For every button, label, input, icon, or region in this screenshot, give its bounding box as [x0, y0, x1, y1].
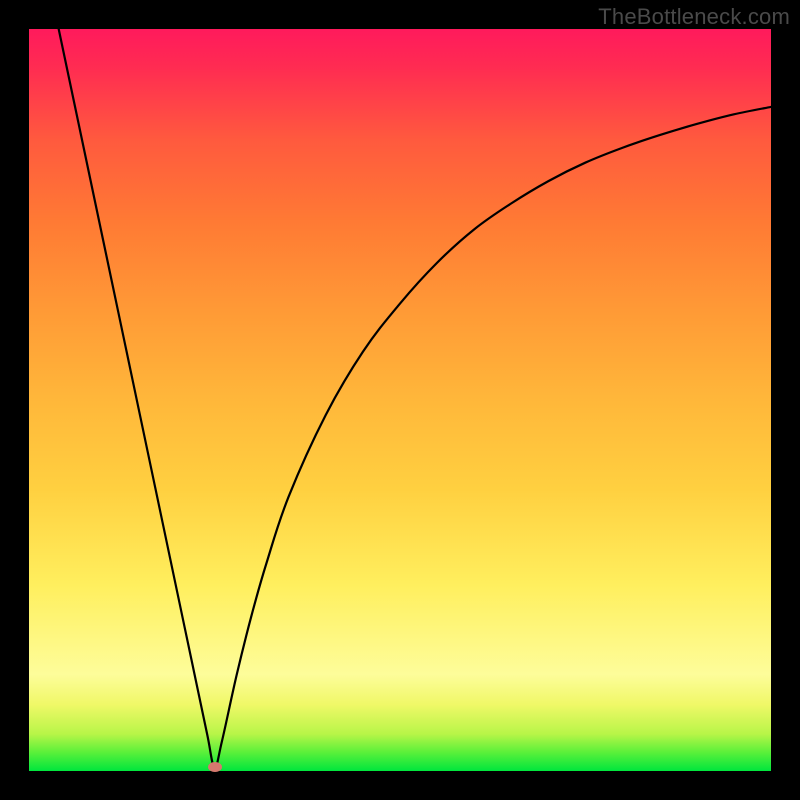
plot-area	[29, 29, 771, 771]
minimum-marker	[208, 762, 222, 772]
bottleneck-curve	[29, 29, 771, 771]
watermark-text: TheBottleneck.com	[598, 4, 790, 30]
chart-frame: TheBottleneck.com	[0, 0, 800, 800]
